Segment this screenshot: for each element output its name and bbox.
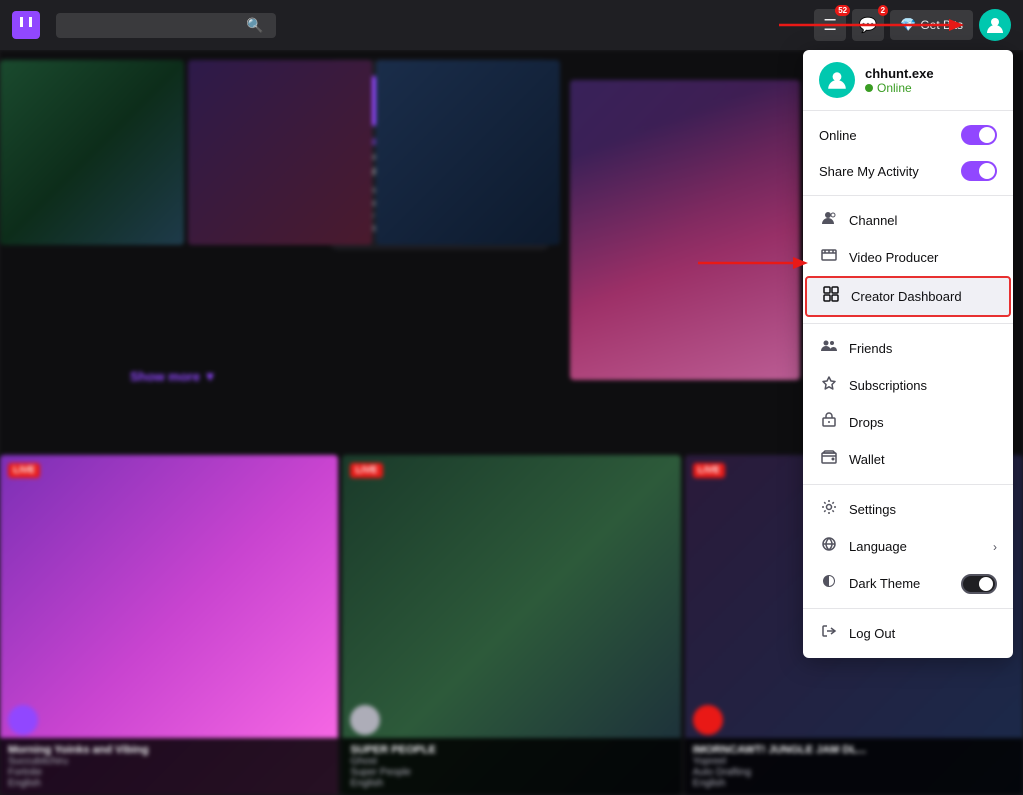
- drops-icon: [819, 412, 839, 433]
- drops-menu-item[interactable]: Drops: [803, 404, 1013, 441]
- menu-username: chhunt.exe: [865, 66, 934, 81]
- channel-label: Channel: [849, 213, 897, 228]
- bell-icon: ☰: [823, 16, 836, 34]
- creator-dashboard-icon: [821, 286, 841, 307]
- search-input-main[interactable]: [66, 18, 246, 33]
- thumbnail-3: [376, 60, 560, 245]
- friends-icon: [819, 338, 839, 359]
- profile-avatar-icon: [985, 15, 1005, 35]
- twitch-logo-icon: [12, 11, 40, 39]
- subscriptions-label: Subscriptions: [849, 378, 927, 393]
- stream-game-3: Auto Drafting: [693, 767, 1015, 778]
- channel-icon: [819, 210, 839, 231]
- status-label: Online: [877, 81, 912, 95]
- logout-section: Log Out: [803, 609, 1013, 658]
- settings-menu-item[interactable]: Settings: [803, 491, 1013, 528]
- stream-game-2: Super People: [350, 767, 672, 778]
- chat-icon: 💬: [859, 16, 878, 34]
- dark-theme-label: Dark Theme: [849, 576, 920, 591]
- wallet-label: Wallet: [849, 452, 885, 467]
- stream-thumb-1: LIVE Morning Yoinks and Vibing Succubitc…: [0, 455, 338, 795]
- stream-game-1: Fortnite: [8, 767, 330, 778]
- friends-menu-item[interactable]: Friends: [803, 330, 1013, 367]
- thumbnail-2: [188, 60, 372, 245]
- menu-avatar-icon: [826, 69, 848, 91]
- get-bits-button[interactable]: 💎 Get Bits: [890, 10, 973, 40]
- get-bits-label: Get Bits: [920, 18, 963, 32]
- stream-channel-3: Yopreel: [693, 756, 1015, 767]
- stream-lang-2: English: [350, 778, 672, 789]
- stream-title-3: IMORNCAWT! JUNGLE JAM DL...: [693, 744, 1015, 756]
- channel-menu-item[interactable]: Channel: [803, 202, 1013, 239]
- friends-label: Friends: [849, 341, 892, 356]
- menu-user-info: chhunt.exe Online: [865, 66, 934, 95]
- logout-label: Log Out: [849, 626, 895, 641]
- notification-badge: 52: [835, 5, 850, 16]
- video-producer-menu-item[interactable]: Video Producer: [803, 239, 1013, 276]
- profile-button[interactable]: [979, 9, 1011, 41]
- subscriptions-icon: [819, 375, 839, 396]
- creator-dashboard-label: Creator Dashboard: [851, 289, 962, 304]
- online-section: Online Share My Activity: [803, 111, 1013, 196]
- stream-title-2: SUPER PEOPLE: [350, 744, 672, 756]
- menu-header: chhunt.exe Online: [803, 50, 1013, 111]
- settings-icon: [819, 499, 839, 520]
- video-producer-label: Video Producer: [849, 250, 938, 265]
- stream-channel-2: Ghost: [350, 756, 672, 767]
- user-dropdown-menu: chhunt.exe Online Online Share My Activi…: [803, 50, 1013, 658]
- bits-icon: 💎: [900, 17, 916, 33]
- online-toggle-item[interactable]: Online: [803, 117, 1013, 153]
- live-badge-3: LIVE: [693, 463, 725, 478]
- live-badge-1: LIVE: [8, 463, 40, 478]
- dark-theme-icon: [819, 573, 839, 594]
- nav-section: Channel Video Producer: [803, 196, 1013, 324]
- search-bar-main[interactable]: 🔍: [56, 13, 276, 38]
- dark-theme-menu-item[interactable]: Dark Theme: [803, 565, 1013, 602]
- share-activity-label: Share My Activity: [819, 164, 919, 179]
- menu-user-avatar: [819, 62, 855, 98]
- creator-dashboard-menu-item[interactable]: Creator Dashboard: [805, 276, 1011, 317]
- live-badge-2: LIVE: [350, 463, 382, 478]
- online-label: Online: [819, 128, 857, 143]
- language-menu-item[interactable]: Language ›: [803, 528, 1013, 565]
- stream-lang-3: English: [693, 778, 1015, 789]
- messages-button[interactable]: 💬 2: [852, 9, 884, 41]
- dark-theme-toggle[interactable]: [961, 574, 997, 594]
- messages-badge: 2: [878, 5, 888, 16]
- settings-section: Settings Language ›: [803, 485, 1013, 609]
- wallet-icon: [819, 449, 839, 470]
- logout-icon: [819, 623, 839, 644]
- wallet-menu-item[interactable]: Wallet: [803, 441, 1013, 478]
- share-activity-toggle[interactable]: [961, 161, 997, 181]
- show-more-link[interactable]: Show more ▼: [130, 369, 217, 384]
- video-producer-icon: [819, 247, 839, 268]
- menu-status: Online: [865, 81, 934, 95]
- online-toggle[interactable]: [961, 125, 997, 145]
- social-section: Friends Subscriptions: [803, 324, 1013, 485]
- settings-label: Settings: [849, 502, 896, 517]
- search-icon-main: 🔍: [246, 17, 263, 34]
- status-dot: [865, 84, 873, 92]
- share-activity-toggle-item[interactable]: Share My Activity: [803, 153, 1013, 189]
- language-icon: [819, 536, 839, 557]
- subscriptions-menu-item[interactable]: Subscriptions: [803, 367, 1013, 404]
- language-chevron-icon: ›: [993, 540, 997, 554]
- thumb-grid: [0, 60, 560, 450]
- thumbnail-1: [0, 60, 184, 245]
- stream-channel-1: Succubitchiru: [8, 756, 330, 767]
- language-label: Language: [849, 539, 907, 554]
- stream-lang-1: English: [8, 778, 330, 789]
- logout-menu-item[interactable]: Log Out: [803, 615, 1013, 652]
- stream-thumb-2: LIVE SUPER PEOPLE Ghost Super People Eng…: [342, 455, 680, 795]
- stream-title-1: Morning Yoinks and Vibing: [8, 744, 330, 756]
- drops-label: Drops: [849, 415, 884, 430]
- channel-image: [570, 80, 800, 380]
- notifications-button[interactable]: ☰ 52: [814, 9, 846, 41]
